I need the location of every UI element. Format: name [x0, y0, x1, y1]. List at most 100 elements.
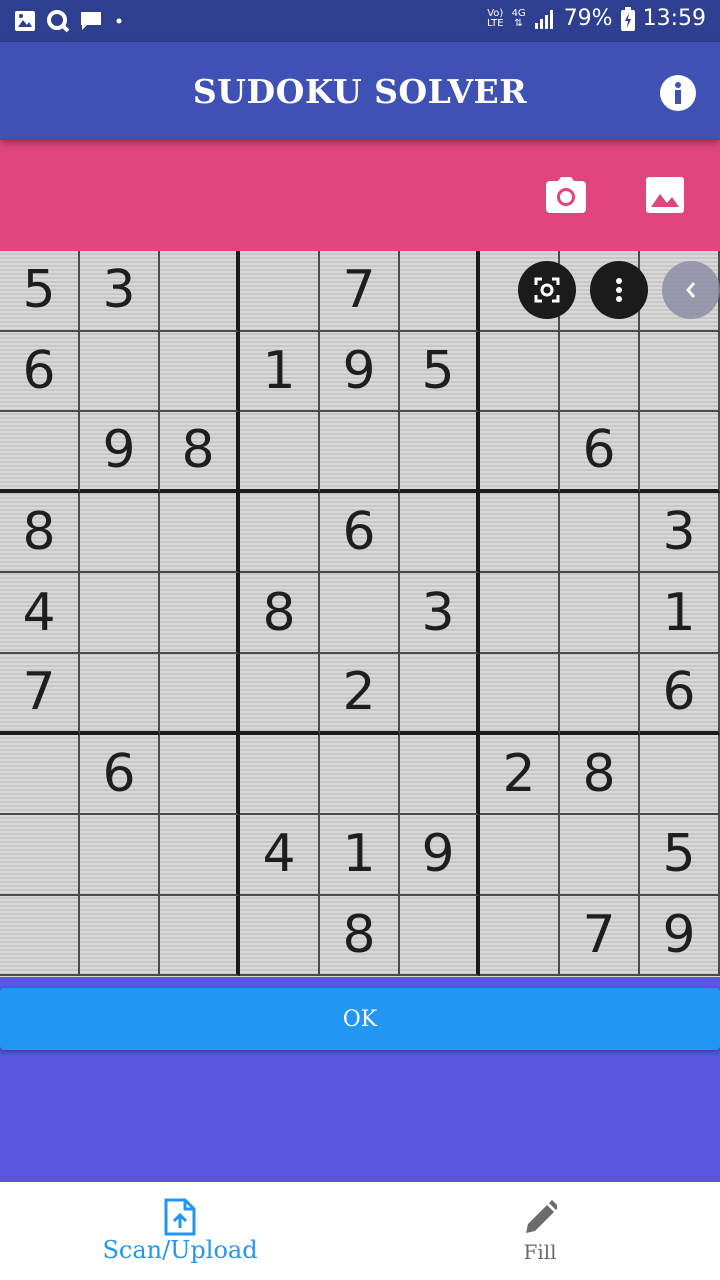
- sudoku-cell: 7: [320, 251, 400, 332]
- app-bar: SUDOKU SOLVER: [0, 42, 720, 140]
- gallery-icon[interactable]: [646, 177, 684, 213]
- data-arrows-icon: ⇅: [514, 17, 523, 29]
- sudoku-cell: [560, 331, 640, 413]
- sudoku-cell: [80, 815, 160, 896]
- sudoku-cell: 2: [320, 653, 400, 735]
- sudoku-cell: [0, 734, 80, 816]
- sudoku-cell: 1: [640, 573, 720, 654]
- sudoku-cell: [0, 412, 80, 493]
- chevron-left-icon: [686, 282, 696, 298]
- sudoku-cell: 3: [400, 573, 480, 654]
- sudoku-cell: 4: [0, 573, 80, 654]
- sudoku-image: 537619598686348317266284195879: [0, 251, 720, 977]
- pencil-icon: [526, 1200, 557, 1233]
- sudoku-cell: [240, 734, 320, 816]
- sudoku-cell: 1: [240, 331, 320, 413]
- sudoku-cell: [640, 412, 720, 493]
- battery-percent: 79%: [563, 6, 613, 31]
- sudoku-cell: [160, 895, 240, 977]
- app-title: SUDOKU SOLVER: [192, 72, 528, 111]
- sudoku-cell: [400, 492, 480, 574]
- ok-button[interactable]: OK: [0, 988, 720, 1050]
- sudoku-cell: [160, 573, 240, 654]
- sudoku-cell: [80, 573, 160, 654]
- sudoku-cell: [480, 573, 560, 654]
- sudoku-cell: [640, 734, 720, 816]
- sudoku-cell: 4: [240, 815, 320, 896]
- sudoku-cell: [240, 895, 320, 977]
- sudoku-cell: [400, 412, 480, 493]
- sudoku-cell: [160, 251, 240, 332]
- sudoku-cell: 8: [0, 492, 80, 574]
- sudoku-cell: [160, 734, 240, 816]
- sudoku-cell: [320, 412, 400, 493]
- nav-fill[interactable]: Fill: [360, 1182, 720, 1280]
- more-button[interactable]: [590, 261, 648, 319]
- sudoku-cell: [400, 895, 480, 977]
- sudoku-cell: 7: [560, 895, 640, 977]
- search-q-icon: [47, 10, 70, 33]
- dot-icon: [116, 18, 122, 24]
- lens-icon: [534, 277, 560, 303]
- sudoku-cell: 9: [80, 412, 160, 493]
- sudoku-cell: [400, 251, 480, 332]
- sudoku-cell: 3: [80, 251, 160, 332]
- sudoku-cell: [480, 653, 560, 735]
- sudoku-cell: 2: [480, 734, 560, 816]
- sudoku-cell: [80, 492, 160, 574]
- nav-scan-upload[interactable]: Scan/Upload: [0, 1182, 360, 1280]
- status-bar: Vo) LTE 4G ⇅ 79% 13:59: [0, 0, 720, 42]
- sudoku-cell: [320, 734, 400, 816]
- sudoku-cell: [480, 331, 560, 413]
- sudoku-cell: [320, 573, 400, 654]
- notification-icons: [14, 9, 126, 33]
- sudoku-cell: [240, 251, 320, 332]
- sudoku-cell: [560, 573, 640, 654]
- sudoku-cell: [240, 492, 320, 574]
- sudoku-cell: [640, 331, 720, 413]
- volte-top: Vo): [487, 7, 504, 19]
- camera-icon[interactable]: [546, 177, 586, 213]
- sudoku-cell: [80, 653, 160, 735]
- sudoku-cell: 6: [320, 492, 400, 574]
- sudoku-cell: 9: [400, 815, 480, 896]
- upload-file-icon: [164, 1198, 196, 1236]
- sudoku-cell: 6: [0, 331, 80, 413]
- lens-button[interactable]: [518, 261, 576, 319]
- battery-charging-icon: [620, 6, 635, 31]
- sudoku-cell: [160, 492, 240, 574]
- sudoku-cell: 9: [320, 331, 400, 413]
- sudoku-cell: 8: [240, 573, 320, 654]
- sudoku-cell: [480, 492, 560, 574]
- sudoku-cell: 1: [320, 815, 400, 896]
- sudoku-cell: 6: [640, 653, 720, 735]
- sudoku-cell: [560, 492, 640, 574]
- bottom-nav: Scan/Upload Fill: [0, 1182, 720, 1280]
- sudoku-cell: 5: [0, 251, 80, 332]
- sudoku-cell: 3: [640, 492, 720, 574]
- sudoku-cell: 7: [0, 653, 80, 735]
- sudoku-cell: 9: [640, 895, 720, 977]
- sudoku-grid: 537619598686348317266284195879: [0, 251, 720, 977]
- network-indicator: 4G ⇅: [512, 8, 526, 29]
- sudoku-cell: [80, 331, 160, 413]
- message-icon: [81, 12, 101, 30]
- info-icon[interactable]: [660, 75, 696, 111]
- more-vert-icon: [616, 278, 622, 302]
- sudoku-cell: 8: [160, 412, 240, 493]
- sudoku-cell: 6: [80, 734, 160, 816]
- sudoku-cell: 8: [320, 895, 400, 977]
- sudoku-cell: [480, 895, 560, 977]
- nav-label-scan: Scan/Upload: [102, 1236, 258, 1264]
- nav-label-fill: Fill: [523, 1240, 557, 1264]
- clock: 13:59: [642, 6, 706, 31]
- collapse-button[interactable]: [662, 261, 720, 319]
- sudoku-cell: [0, 815, 80, 896]
- volte-indicator: Vo) LTE: [487, 7, 504, 29]
- sudoku-cell: [160, 653, 240, 735]
- sudoku-cell: [0, 895, 80, 977]
- sudoku-cell: [80, 895, 160, 977]
- sudoku-cell: [480, 815, 560, 896]
- image-icon: [15, 11, 35, 31]
- sudoku-cell: [560, 815, 640, 896]
